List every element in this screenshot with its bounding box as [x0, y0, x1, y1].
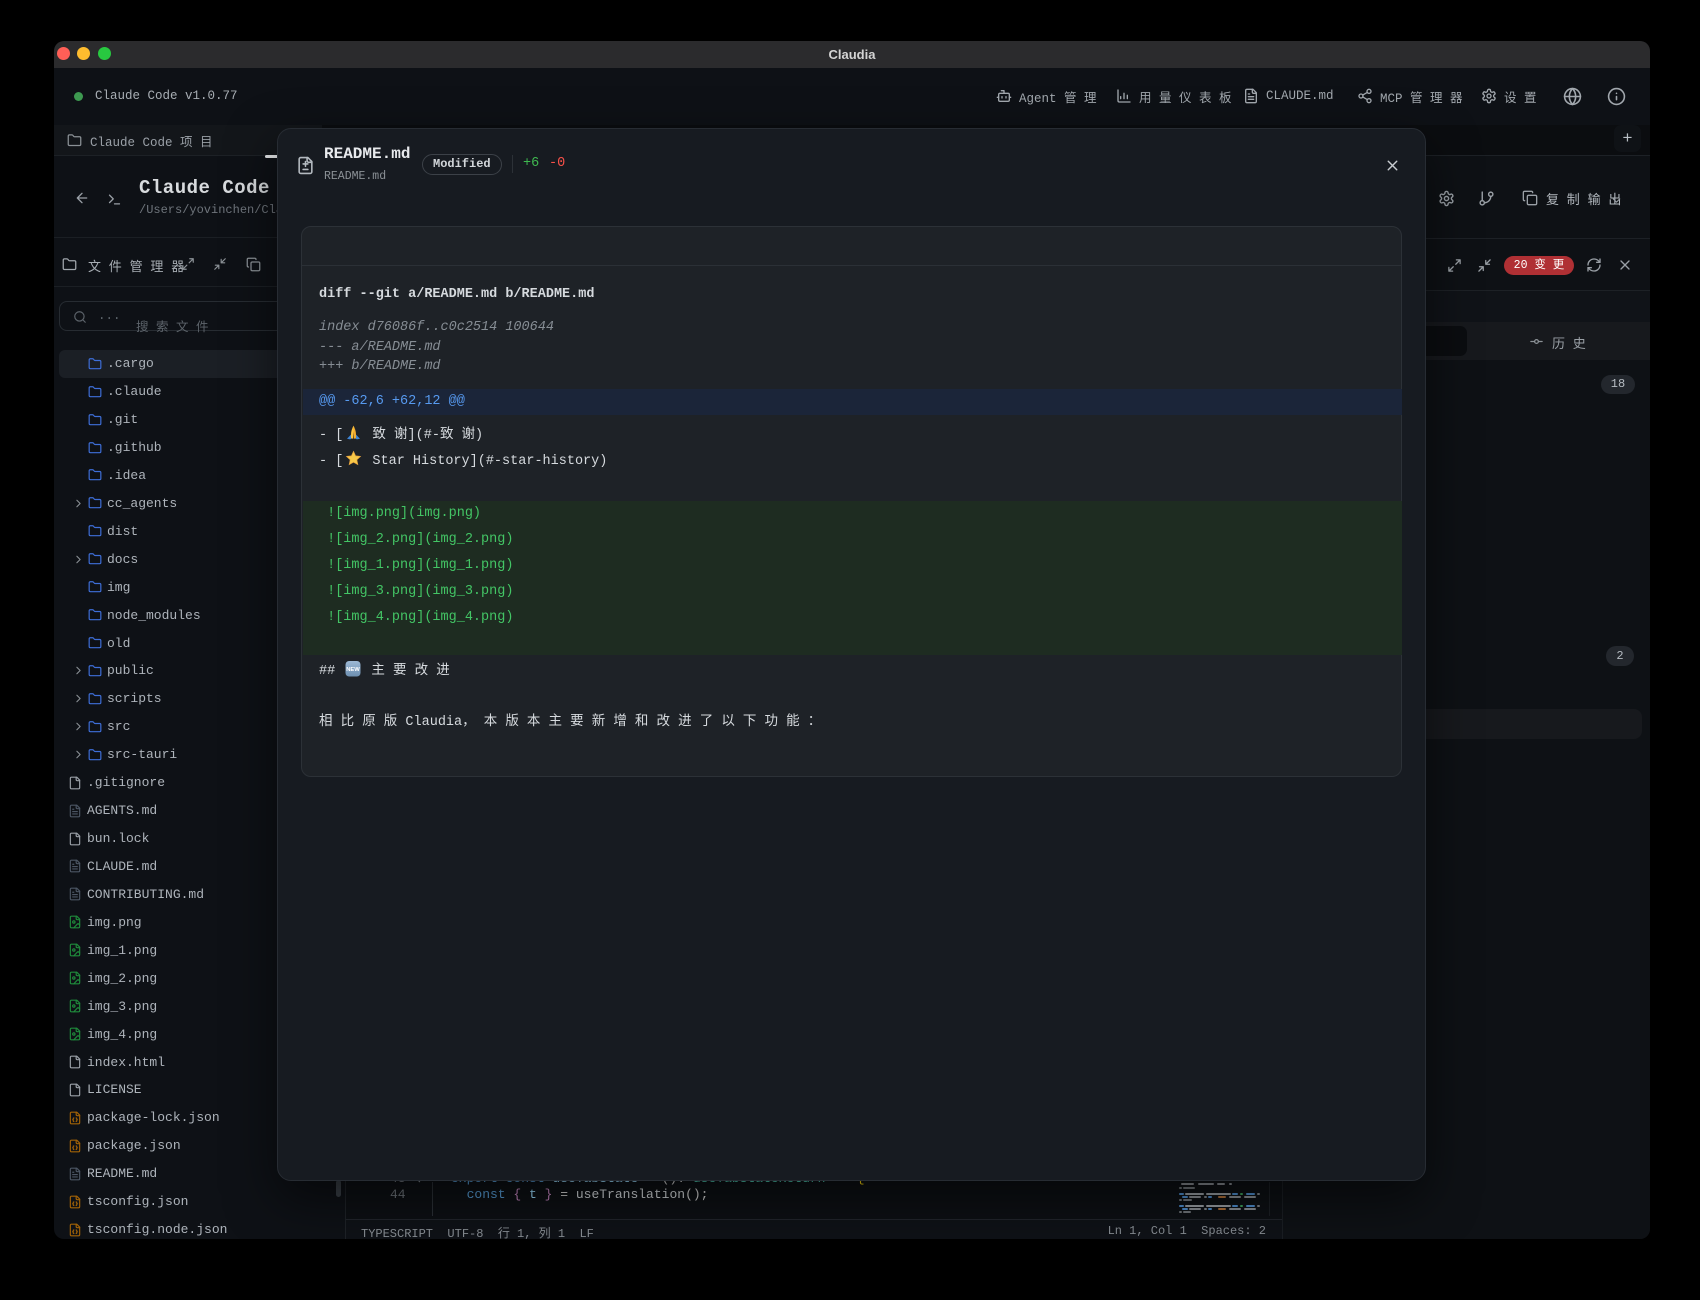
- svg-text:NEW: NEW: [347, 667, 361, 673]
